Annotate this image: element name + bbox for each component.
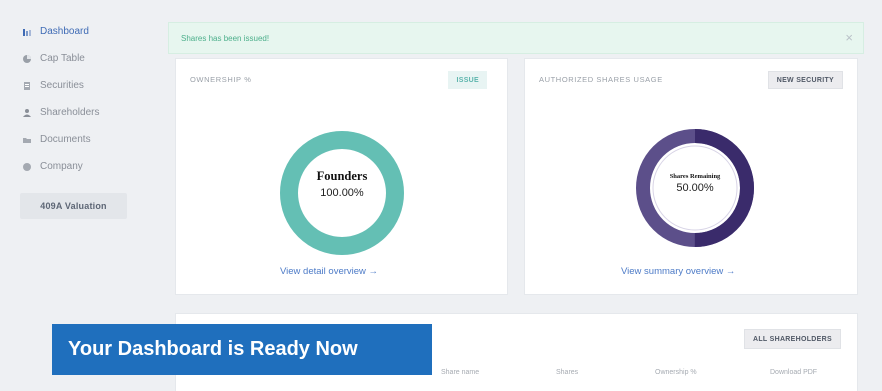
column-header-shares: Shares [556,369,579,376]
authorized-card-title: AUTHORIZED SHARES USAGE [539,75,663,84]
folder-icon [22,135,32,145]
building-icon [22,162,32,172]
sidebar-item-cap-table[interactable]: Cap Table [22,53,85,64]
authorized-donut-chart: Shares Remaining 50.00% [635,128,755,248]
column-header-share-name: Share name [441,369,480,376]
sidebar-item-label: Company [40,161,83,172]
column-header-download-pdf: Download PDF [770,369,818,376]
sidebar-item-label: Documents [40,134,91,145]
view-summary-overview-link[interactable]: View summary overview → [621,266,735,277]
authorized-shares-card: AUTHORIZED SHARES USAGE NEW SECURITY Sha… [524,58,858,295]
donut-value-label: 50.00% [676,182,714,194]
sidebar-item-company[interactable]: Company [22,161,83,172]
sidebar-item-label: Cap Table [40,53,85,64]
sidebar-item-shareholders[interactable]: Shareholders [22,107,99,118]
dashboard-ready-banner: Your Dashboard is Ready Now [52,324,432,375]
close-icon[interactable]: × [845,30,853,45]
bar-chart-icon [22,27,32,37]
success-alert: Shares has been issued! × [168,22,864,54]
new-security-button[interactable]: NEW SECURITY [767,71,843,89]
column-header-ownership: Ownership % [655,369,697,376]
donut-value-label: 100.00% [320,187,364,199]
view-detail-overview-link[interactable]: View detail overview → [280,266,378,277]
sidebar-item-dashboard[interactable]: Dashboard [22,26,89,37]
sidebar-item-label: Dashboard [40,26,89,37]
ownership-card: OWNERSHIP % ISSUE Founders 100.00% View … [175,58,508,295]
issue-button[interactable]: ISSUE [448,71,487,89]
ownership-donut-chart: Founders 100.00% [280,131,404,255]
409a-valuation-button[interactable]: 409A Valuation [20,193,127,219]
document-icon [22,81,32,91]
donut-category-label: Founders [316,169,368,183]
ownership-card-title: OWNERSHIP % [190,75,252,84]
sidebar-item-documents[interactable]: Documents [22,134,91,145]
person-icon [22,108,32,118]
pie-chart-icon [22,54,32,64]
sidebar-item-securities[interactable]: Securities [22,80,84,91]
all-shareholders-button[interactable]: ALL SHAREHOLDERS [744,329,841,349]
donut-category-label: Shares Remaining [669,173,721,180]
sidebar-item-label: Securities [40,80,84,91]
sidebar-item-label: Shareholders [40,107,100,118]
alert-message: Shares has been issued! [181,33,270,43]
